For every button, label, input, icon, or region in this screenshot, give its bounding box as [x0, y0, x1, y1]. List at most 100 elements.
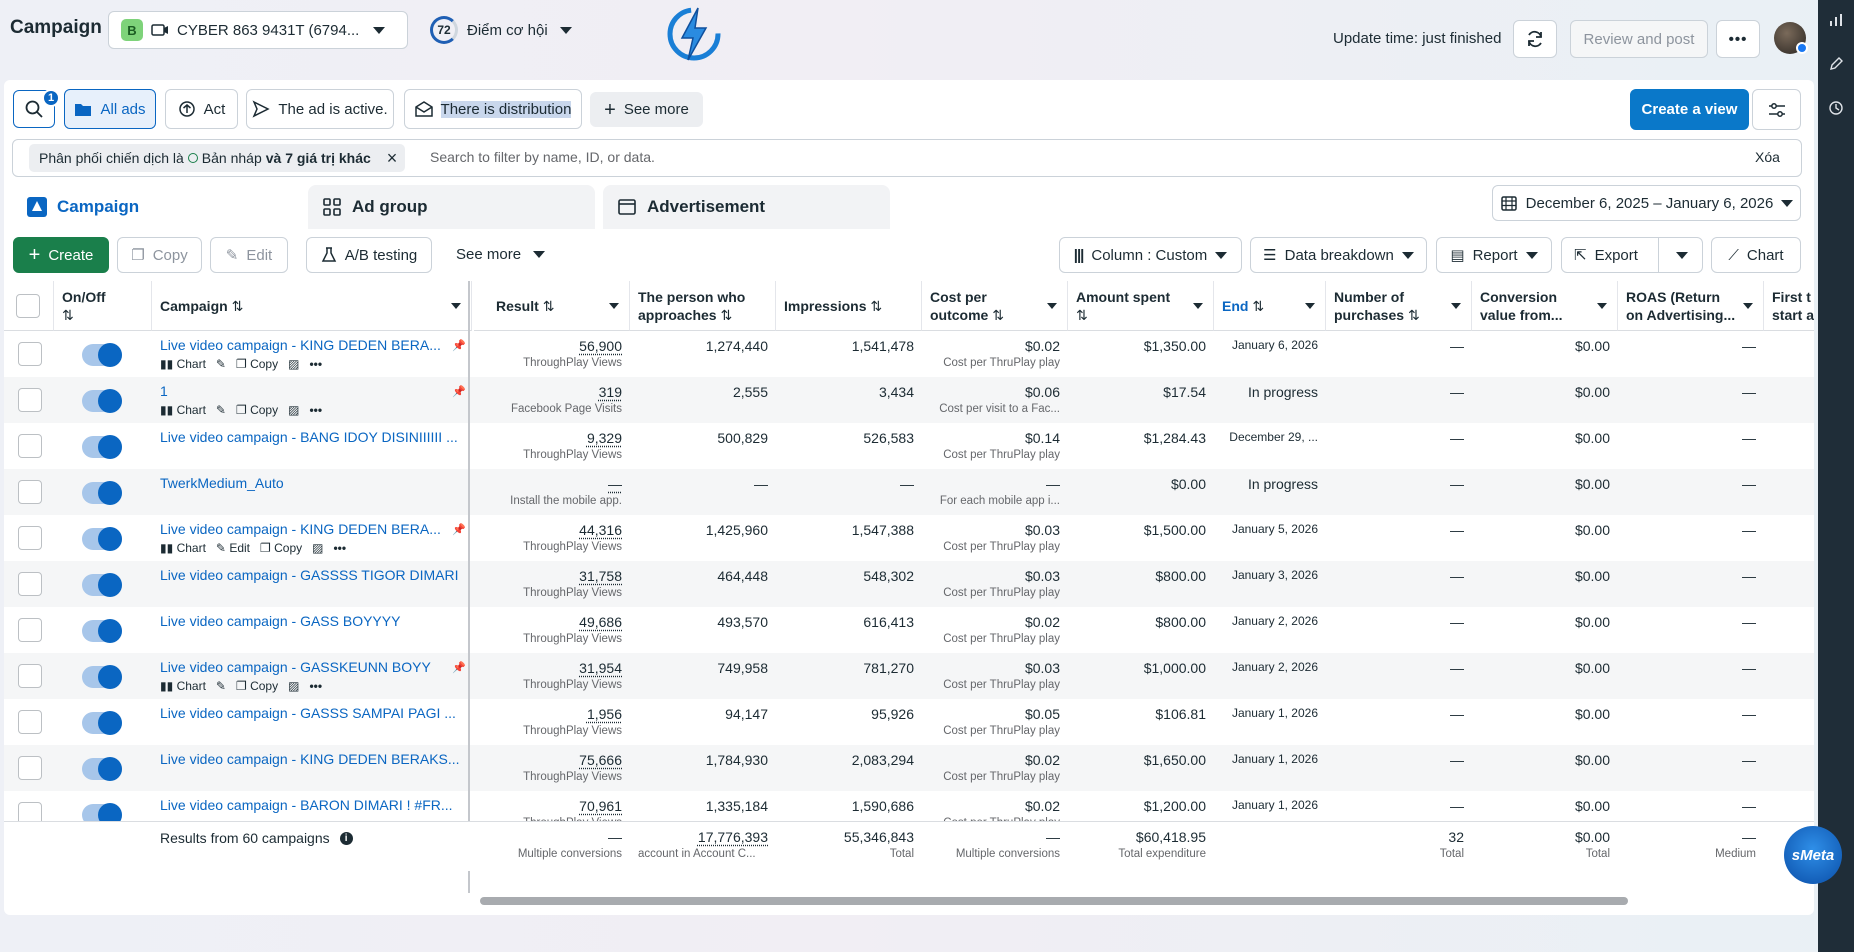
see-more-filters-button[interactable]: + See more: [590, 92, 703, 127]
row-copy-link[interactable]: ❐ Copy: [260, 541, 302, 555]
row-checkbox[interactable]: [18, 388, 42, 412]
table-row[interactable]: Live video campaign - GASS BOYYYY 49,686 T…: [4, 607, 1814, 653]
table-row[interactable]: Live video campaign - GASSKEUNN BOYY 📌 ▮▮ …: [4, 653, 1814, 699]
row-toggle[interactable]: [82, 665, 122, 689]
sort-icon[interactable]: ⇅: [1408, 307, 1420, 323]
row-checkbox[interactable]: [18, 618, 42, 642]
columns-button[interactable]: ||| Column : Custom: [1059, 237, 1242, 273]
chevron-down-icon[interactable]: [609, 303, 619, 309]
row-copy-link[interactable]: ❐ Copy: [236, 357, 278, 371]
breakdown-button[interactable]: ☰ Data breakdown: [1250, 237, 1427, 273]
row-toggle[interactable]: [82, 481, 122, 505]
row-chart-link[interactable]: ▮▮ Chart: [160, 403, 206, 417]
close-icon[interactable]: ×: [387, 148, 398, 169]
header-end[interactable]: End ⇅: [1214, 281, 1326, 331]
image-icon[interactable]: ▨: [288, 679, 299, 693]
result-value[interactable]: 75,666: [579, 752, 622, 768]
chevron-down-icon[interactable]: [1743, 303, 1753, 309]
campaign-name-link[interactable]: Live video campaign - BARON DIMARI ! #FR…: [160, 797, 460, 813]
row-checkbox[interactable]: [18, 664, 42, 688]
table-row[interactable]: Live video campaign - GASSSS TIGOR DIMAR…: [4, 561, 1814, 607]
result-value[interactable]: 49,686: [579, 614, 622, 630]
row-edit-link[interactable]: ✎ Edit: [216, 541, 250, 555]
result-value[interactable]: 31,758: [579, 568, 622, 584]
chevron-down-icon[interactable]: [451, 303, 461, 309]
sort-icon[interactable]: ⇅: [1076, 306, 1205, 324]
campaign-name-link[interactable]: Live video campaign - GASS BOYYYY: [160, 613, 460, 629]
image-icon[interactable]: ▨: [312, 541, 323, 555]
clock-icon[interactable]: [1828, 100, 1844, 116]
see-more-toolbar-button[interactable]: See more: [456, 246, 546, 263]
search-input[interactable]: Search to filter by name, ID, or data.: [430, 149, 655, 165]
result-value[interactable]: 9,329: [587, 430, 622, 446]
table-row[interactable]: Live video campaign - BANG IDOY DISINIII…: [4, 423, 1814, 469]
table-row[interactable]: Live video campaign - GASSS SAMPAI PAGI …: [4, 699, 1814, 745]
result-value[interactable]: 31,954: [579, 660, 622, 676]
chart-button[interactable]: ⟋ Chart: [1711, 237, 1801, 273]
sort-icon[interactable]: ⇅: [870, 298, 882, 314]
header-roas[interactable]: ROAS (Return on Advertising...: [1618, 281, 1764, 331]
row-checkbox[interactable]: [18, 480, 42, 504]
campaign-name-link[interactable]: Live video campaign - GASSS SAMPAI PAGI …: [160, 705, 460, 721]
campaign-name-link[interactable]: Live video campaign - GASSSS TIGOR DIMAR…: [160, 567, 460, 583]
more-icon[interactable]: •••: [309, 357, 322, 371]
pin-icon[interactable]: 📌: [452, 385, 466, 398]
pencil-icon[interactable]: ✎: [216, 357, 226, 371]
header-reach[interactable]: The person who approaches ⇅: [630, 281, 776, 331]
sort-icon[interactable]: ⇅: [543, 298, 555, 314]
date-range-picker[interactable]: December 6, 2025 – January 6, 2026: [1492, 185, 1801, 221]
ab-testing-button[interactable]: A/B testing: [306, 237, 432, 273]
row-toggle[interactable]: [82, 803, 122, 821]
ad-active-filter[interactable]: The ad is active.: [246, 89, 394, 129]
header-onoff[interactable]: On/Off ⇅: [54, 281, 152, 331]
sort-icon[interactable]: ⇅: [62, 306, 143, 324]
horizontal-scrollbar[interactable]: [480, 897, 1628, 905]
table-row[interactable]: Live video campaign - KING DEDEN BERA...…: [4, 515, 1814, 561]
image-icon[interactable]: ▨: [288, 403, 299, 417]
footer-reach[interactable]: 17,776,393: [698, 829, 768, 845]
row-toggle[interactable]: [82, 757, 122, 781]
row-chart-link[interactable]: ▮▮ Chart: [160, 679, 206, 693]
row-copy-link[interactable]: ❐ Copy: [236, 679, 278, 693]
tab-advertisement[interactable]: Advertisement: [603, 185, 890, 229]
row-checkbox[interactable]: [18, 802, 42, 821]
smeta-widget[interactable]: sMeta: [1784, 826, 1842, 884]
refresh-button[interactable]: [1513, 20, 1557, 58]
row-checkbox[interactable]: [18, 434, 42, 458]
edit-button[interactable]: ✎ Edit: [210, 237, 288, 273]
row-toggle[interactable]: [82, 527, 122, 551]
campaign-name-link[interactable]: Live video campaign - KING DEDEN BERA...: [160, 521, 460, 537]
row-toggle[interactable]: [82, 343, 122, 367]
pin-icon[interactable]: 📌: [452, 523, 466, 536]
result-value[interactable]: 319: [599, 384, 622, 400]
chevron-down-icon[interactable]: [1305, 303, 1315, 309]
table-row[interactable]: 1 📌 ▮▮ Chart ✎ ❐ Copy ▨ ••• 319 Facebook Page Vi…: [4, 377, 1814, 423]
opportunity-score-button[interactable]: Điểm cơ hội: [467, 22, 572, 39]
row-checkbox[interactable]: [18, 526, 42, 550]
row-toggle[interactable]: [82, 389, 122, 413]
header-conversion-value[interactable]: Conversion value from...: [1472, 281, 1618, 331]
header-cost-per-outcome[interactable]: Cost per outcome ⇅: [922, 281, 1068, 331]
campaign-name-link[interactable]: TwerkMedium_Auto: [160, 475, 460, 491]
result-value[interactable]: 44,316: [579, 522, 622, 538]
review-post-button[interactable]: Review and post: [1570, 20, 1708, 58]
more-icon[interactable]: •••: [309, 403, 322, 417]
result-value[interactable]: 70,961: [579, 798, 622, 814]
campaign-name-link[interactable]: Live video campaign - KING DEDEN BERAKS.…: [160, 751, 460, 767]
account-selector[interactable]: B CYBER 863 9431T (6794...: [108, 11, 408, 49]
act-filter[interactable]: Act: [165, 89, 238, 129]
pin-icon[interactable]: 📌: [452, 339, 466, 352]
sort-icon[interactable]: ⇅: [720, 307, 732, 323]
more-options-button[interactable]: •••: [1716, 20, 1760, 58]
row-toggle[interactable]: [82, 573, 122, 597]
header-select-all[interactable]: [4, 281, 54, 331]
pin-icon[interactable]: 📌: [452, 661, 466, 674]
campaign-name-link[interactable]: Live video campaign - BANG IDOY DISINIII…: [160, 429, 460, 445]
row-chart-link[interactable]: ▮▮ Chart: [160, 541, 206, 555]
header-campaign[interactable]: Campaign ⇅: [152, 281, 472, 331]
filter-chip[interactable]: Phân phối chiến dịch là Bản nháp và 7 gi…: [29, 144, 406, 172]
header-first-start[interactable]: First t start a: [1764, 281, 1814, 331]
pencil-icon[interactable]: [1828, 56, 1844, 72]
info-icon[interactable]: i: [339, 831, 353, 845]
campaign-name-link[interactable]: Live video campaign - KING DEDEN BERA...: [160, 337, 460, 353]
